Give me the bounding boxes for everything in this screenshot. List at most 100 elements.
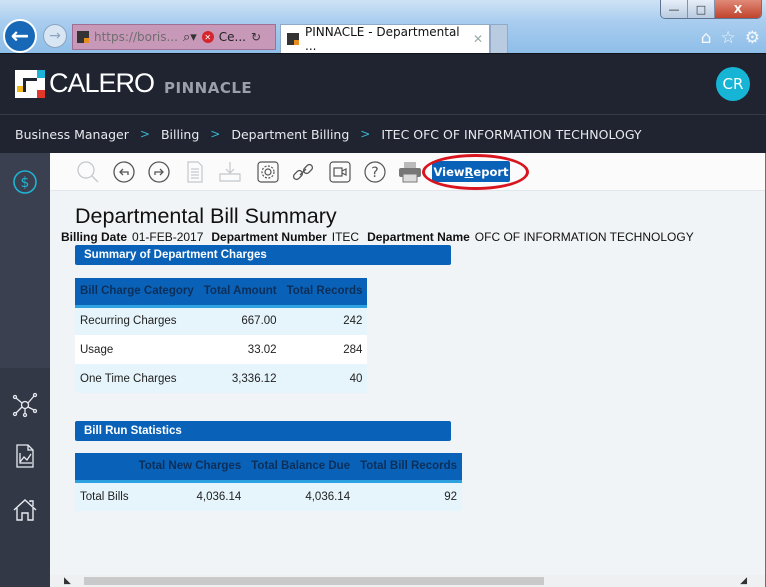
bill-records-cell: 92 — [355, 481, 463, 511]
brand-name: CALERO — [49, 68, 155, 98]
browser-tools: ⌂ ☆ ⚙ — [701, 28, 760, 48]
search-button[interactable] — [76, 160, 100, 184]
refresh-icon[interactable]: ↻ — [251, 30, 261, 44]
breadcrumb-current: ITEC OFC OF INFORMATION TECHNOLOGY — [381, 126, 642, 142]
category-cell: Recurring Charges — [75, 306, 199, 335]
minimize-button[interactable]: — — [661, 0, 688, 18]
amount-cell: 33.02 — [198, 335, 282, 364]
settings-button[interactable] — [256, 160, 280, 184]
report-meta: Billing Date 01-FEB-2017 Department Number… — [61, 230, 702, 244]
breadcrumb-item[interactable]: Billing — [161, 127, 199, 142]
chevron-right-icon: > — [360, 127, 371, 141]
maximize-button[interactable]: □ — [688, 0, 715, 18]
chevron-right-icon: > — [139, 127, 150, 141]
undo-button[interactable] — [112, 160, 136, 184]
settings-icon — [257, 161, 279, 183]
column-header — [75, 453, 134, 483]
app-header: CALERO PINNACLE CR — [0, 53, 766, 114]
undo-icon — [113, 161, 135, 183]
new-charges-cell: 4,036.14 — [133, 481, 247, 511]
favicon-icon — [287, 33, 299, 45]
download-button[interactable] — [218, 160, 242, 184]
close-tab-icon[interactable]: ✕ — [473, 32, 483, 46]
horizontal-scrollbar[interactable]: ◣ ◢ — [50, 575, 765, 587]
billing-date-label: Billing Date — [61, 230, 128, 244]
dollar-circle-icon: $ — [13, 170, 37, 194]
dept-number-label: Department Number — [211, 230, 327, 244]
section-header-charges: Summary of Department Charges — [75, 245, 451, 265]
scroll-left-icon[interactable]: ◣ — [64, 576, 71, 586]
product-name: PINNACLE — [164, 78, 253, 97]
arrow-left-icon: ← — [10, 23, 30, 49]
sidebar: $ — [0, 153, 50, 587]
breadcrumb-item[interactable]: Business Manager — [15, 127, 129, 142]
help-icon: ? — [364, 161, 386, 183]
favorites-star-icon[interactable]: ☆ — [721, 28, 736, 48]
certificate-label[interactable]: Ce... — [219, 30, 246, 44]
redo-button[interactable] — [147, 160, 171, 184]
report-title: Departmental Bill Summary — [75, 204, 337, 228]
video-icon — [329, 161, 351, 183]
home-icon — [13, 499, 37, 521]
dept-name-label: Department Name — [367, 230, 470, 244]
table-row: Recurring Charges 667.00 242 — [75, 306, 368, 335]
dept-number-value: ITEC — [331, 230, 360, 244]
main-content: ? View Report Departmental Bill Summary … — [50, 153, 766, 587]
tab-title: PINNACLE - Departmental ... — [305, 25, 460, 53]
scrollbar-thumb[interactable] — [84, 577, 544, 585]
column-header: Total Amount — [198, 278, 282, 308]
forward-button[interactable]: → — [43, 24, 67, 48]
print-icon — [399, 162, 421, 183]
sidebar-item-billing[interactable]: $ — [12, 169, 38, 195]
browser-tab[interactable]: PINNACLE - Departmental ... ✕ — [280, 24, 490, 53]
chevron-right-icon: > — [210, 127, 221, 141]
amount-cell: 667.00 — [198, 306, 282, 335]
charges-table: Bill Charge Category Total Amount Total … — [75, 278, 368, 393]
report-toolbar: ? View Report — [50, 153, 765, 191]
svg-text:?: ? — [371, 165, 378, 181]
balance-due-cell: 4,036.14 — [246, 481, 356, 511]
scroll-right-icon[interactable]: ◢ — [740, 576, 747, 586]
records-cell: 242 — [281, 306, 368, 335]
sidebar-item-network[interactable] — [12, 392, 38, 418]
back-button[interactable]: ← — [3, 19, 37, 53]
document-button[interactable] — [183, 160, 207, 184]
close-button[interactable]: X — [715, 0, 761, 18]
amount-cell: 3,336.12 — [198, 364, 282, 393]
help-button[interactable]: ? — [363, 160, 387, 184]
sidebar-item-home[interactable] — [12, 497, 38, 523]
browser-chrome: — □ X ← → https://boris... ⌕▾ ✕ Ce... ↻ … — [0, 0, 766, 53]
column-header: Total Bill Records — [355, 453, 463, 483]
category-cell: Usage — [75, 335, 199, 364]
breadcrumb: Business Manager > Billing > Department … — [0, 114, 766, 153]
user-avatar[interactable]: CR — [716, 67, 750, 101]
logo[interactable]: CALERO PINNACLE — [15, 68, 252, 99]
calero-logo-icon — [15, 69, 45, 98]
redo-icon — [148, 161, 170, 183]
link-button[interactable] — [291, 160, 315, 184]
address-bar[interactable]: https://boris... ⌕▾ ✕ Ce... ↻ — [72, 24, 276, 50]
home-icon[interactable]: ⌂ — [701, 28, 712, 48]
address-url[interactable]: https://boris... — [94, 30, 178, 44]
sidebar-item-reports[interactable] — [12, 443, 38, 469]
search-icon[interactable]: ⌕▾ — [183, 30, 197, 45]
gear-icon[interactable]: ⚙ — [745, 28, 760, 48]
print-button[interactable] — [398, 160, 422, 184]
label-cell: Total Bills — [75, 481, 134, 511]
arrow-right-icon: → — [49, 28, 61, 44]
dept-name-value: OFC OF INFORMATION TECHNOLOGY — [474, 230, 694, 244]
view-report-button[interactable]: View Report — [432, 161, 510, 182]
table-row: Total Bills 4,036.14 4,036.14 92 — [75, 481, 463, 511]
column-header: Total Records — [281, 278, 368, 308]
new-tab-button[interactable] — [490, 24, 508, 53]
records-cell: 40 — [281, 364, 368, 393]
stats-table: Total New Charges Total Balance Due Tota… — [75, 453, 463, 511]
category-cell: One Time Charges — [75, 364, 199, 393]
column-header: Total New Charges — [133, 453, 247, 483]
search-icon — [77, 161, 99, 183]
video-button[interactable] — [328, 160, 352, 184]
favicon-icon — [77, 31, 89, 43]
table-row: One Time Charges 3,336.12 40 — [75, 364, 368, 393]
certificate-error-icon[interactable]: ✕ — [201, 31, 214, 43]
breadcrumb-item[interactable]: Department Billing — [231, 127, 349, 142]
